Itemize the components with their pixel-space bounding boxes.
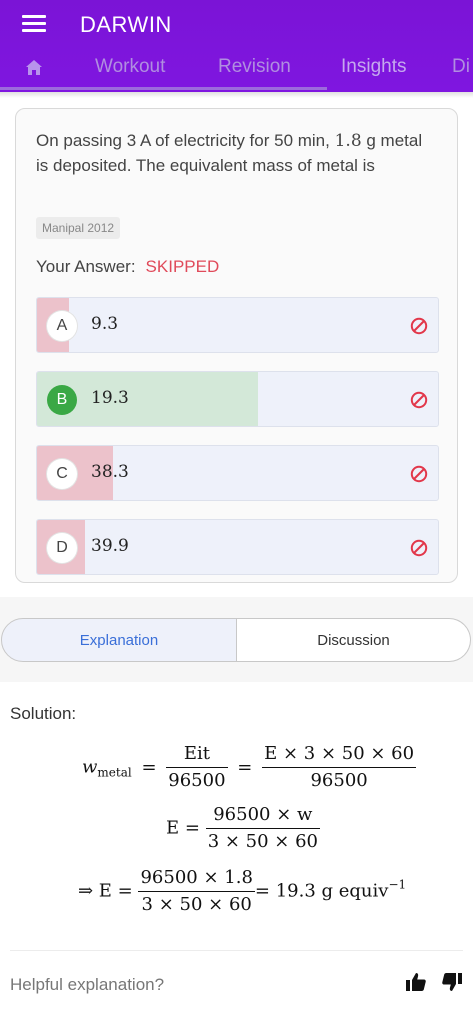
not-allowed-icon bbox=[410, 465, 428, 483]
tab-explanation[interactable]: Explanation bbox=[1, 618, 237, 662]
equation-3: ⇒ E = 96500 × 1.8 3 × 50 × 60 = 19.3 g equ… bbox=[78, 865, 406, 918]
not-allowed-icon bbox=[410, 317, 428, 335]
question-mass: 1.8 bbox=[334, 131, 362, 151]
not-allowed-icon bbox=[410, 391, 428, 409]
tab-discussion[interactable]: Discussion bbox=[237, 618, 471, 662]
option-value: 38.3 bbox=[91, 462, 129, 482]
divider bbox=[10, 950, 463, 951]
eq3-lhs: ⇒ E = bbox=[78, 880, 133, 902]
option-value: 9.3 bbox=[91, 314, 119, 334]
your-answer-status: SKIPPED bbox=[145, 257, 220, 276]
option-letter: B bbox=[47, 385, 77, 415]
app-bar: DARWIN Workout Revision Insights Di bbox=[0, 0, 473, 92]
option-d[interactable]: D 39.9 bbox=[36, 519, 439, 575]
question-text: On passing 3 A of electricity for 50 min… bbox=[36, 129, 436, 178]
eq3-rhs: = 19.3 g equiv bbox=[254, 880, 389, 902]
menu-icon[interactable] bbox=[22, 15, 46, 33]
eq1-lhs-subscript: metal bbox=[97, 765, 132, 780]
option-letter: C bbox=[47, 459, 77, 489]
eq1-fraction-1: Eit 96500 bbox=[166, 743, 228, 791]
not-allowed-icon bbox=[410, 539, 428, 557]
option-letter: A bbox=[47, 311, 77, 341]
tab-indicator bbox=[0, 87, 327, 90]
option-a[interactable]: A 9.3 bbox=[36, 297, 439, 353]
your-answer-label: Your Answer: bbox=[36, 257, 136, 276]
equation-2: E = 96500 × w3 × 50 × 60 bbox=[166, 802, 320, 855]
question-card: On passing 3 A of electricity for 50 min… bbox=[15, 108, 458, 583]
tab-revision[interactable]: Revision bbox=[218, 56, 291, 78]
solution-label: Solution: bbox=[10, 704, 77, 723]
eq1-lhs: w bbox=[82, 756, 98, 778]
solution-tabs: Explanation Discussion bbox=[1, 618, 471, 662]
option-letter: D bbox=[47, 533, 77, 563]
eq1-fraction-2: E × 3 × 50 × 60 96500 bbox=[262, 743, 417, 791]
tab-insights[interactable]: Insights bbox=[341, 56, 406, 78]
eq3-fraction: 96500 × 1.8 3 × 50 × 60 bbox=[138, 867, 255, 915]
thumbs-down-icon[interactable] bbox=[440, 970, 464, 994]
equation-1: wmetal = Eit 96500 = E × 3 × 50 × 60 96500 bbox=[82, 741, 417, 794]
home-icon[interactable] bbox=[24, 58, 44, 78]
tab-bar: Workout Revision Insights Di bbox=[0, 48, 473, 88]
question-text-start: On passing 3 A of electricity for 50 min… bbox=[36, 131, 335, 150]
tab-more[interactable]: Di bbox=[452, 56, 470, 78]
eq2-lhs: E = bbox=[166, 817, 200, 839]
option-c[interactable]: C 38.3 bbox=[36, 445, 439, 501]
eq3-rhs-superscript: −1 bbox=[388, 877, 407, 892]
eq2-fraction: 96500 × w3 × 50 × 60 bbox=[205, 804, 320, 852]
helpful-prompt: Helpful explanation? bbox=[10, 975, 165, 994]
your-answer: Your Answer: SKIPPED bbox=[36, 257, 219, 277]
tab-workout[interactable]: Workout bbox=[95, 56, 165, 78]
app-title: DARWIN bbox=[80, 12, 172, 37]
option-value: 19.3 bbox=[91, 388, 129, 408]
option-b[interactable]: B 19.3 bbox=[36, 371, 439, 427]
source-badge: Manipal 2012 bbox=[36, 217, 121, 239]
thumbs-up-icon[interactable] bbox=[404, 970, 428, 994]
app-bar-shadow bbox=[0, 92, 473, 98]
option-value: 39.9 bbox=[91, 536, 129, 556]
